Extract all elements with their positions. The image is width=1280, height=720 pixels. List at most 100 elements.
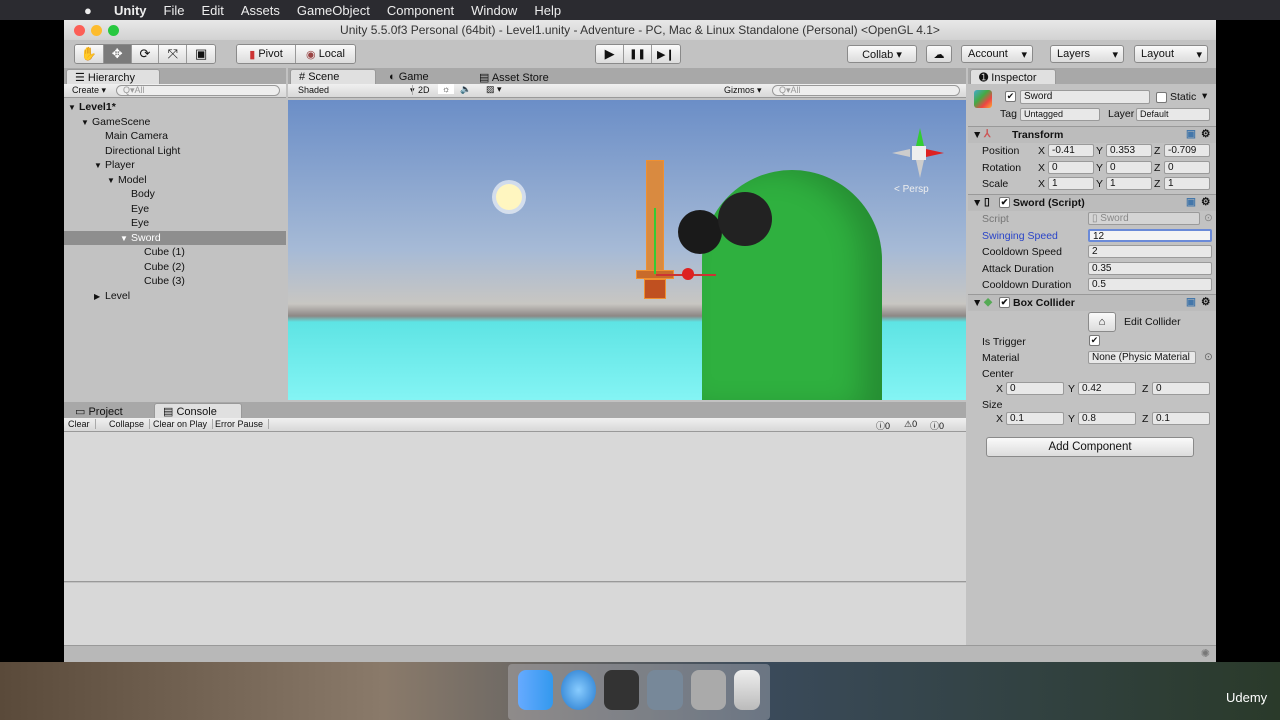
help-icon[interactable]: ▣: [1186, 128, 1196, 140]
2d-toggle[interactable]: 2D: [412, 85, 435, 95]
tag-dropdown[interactable]: Untagged: [1020, 108, 1100, 121]
transform-header[interactable]: ▼ ⅄ Transform ▣ ⚙: [968, 126, 1216, 143]
effects-icon[interactable]: ▨ ▾: [486, 84, 502, 95]
sword-script-header[interactable]: ▼ ▯ ✔ Sword (Script) ▣ ⚙: [968, 194, 1216, 211]
size-z-input[interactable]: 0.1: [1152, 412, 1210, 425]
warning-count-toggle[interactable]: ⚠0: [904, 419, 917, 430]
transform-y-input[interactable]: 1: [1106, 177, 1152, 190]
hierarchy-item[interactable]: Eye: [64, 202, 286, 217]
rect-icon[interactable]: ▣: [187, 45, 215, 63]
gear-icon[interactable]: ⚙: [1201, 196, 1210, 208]
transform-z-input[interactable]: 0: [1164, 160, 1210, 174]
player-eye[interactable]: [678, 210, 722, 254]
layout-dropdown[interactable]: Layout ▾: [1134, 45, 1208, 63]
menu-file[interactable]: File: [164, 3, 185, 18]
shading-dropdown[interactable]: Shaded: [298, 85, 329, 95]
foldout-arrow-icon[interactable]: ▼: [972, 129, 982, 141]
is-trigger-checkbox[interactable]: ✔: [1089, 335, 1100, 346]
finder-icon[interactable]: [518, 670, 554, 710]
static-dropdown-icon[interactable]: ▾: [1202, 90, 1207, 102]
menu-component[interactable]: Component: [387, 3, 454, 18]
transform-x-input[interactable]: 0: [1048, 160, 1094, 174]
hierarchy-item[interactable]: ▼ Sword: [64, 230, 286, 247]
scene-viewport[interactable]: < Persp: [288, 100, 966, 400]
pause-button[interactable]: ❚❚: [624, 45, 652, 63]
tab-scene[interactable]: # Scene: [290, 69, 376, 84]
layer-dropdown[interactable]: Default: [1136, 108, 1210, 121]
close-button[interactable]: [74, 25, 85, 36]
material-field[interactable]: None (Physic Material: [1088, 351, 1196, 364]
script-field-input[interactable]: 12: [1088, 229, 1212, 242]
hierarchy-item[interactable]: Cube (3): [64, 274, 286, 289]
foldout-arrow-icon[interactable]: ▼: [107, 174, 118, 189]
menu-window[interactable]: Window: [471, 3, 517, 18]
static-checkbox[interactable]: [1156, 92, 1167, 103]
player-eye[interactable]: [718, 192, 772, 246]
play-button[interactable]: ▶: [596, 45, 625, 63]
help-icon[interactable]: ▣: [1186, 296, 1196, 308]
console-log-list[interactable]: [64, 432, 966, 582]
collapse-button[interactable]: Collapse: [104, 419, 151, 429]
help-icon[interactable]: ▣: [1186, 196, 1196, 208]
pivot-button[interactable]: ▮ Pivot: [237, 45, 297, 63]
transform-y-input[interactable]: 0.353: [1106, 144, 1152, 157]
clear-on-play-button[interactable]: Clear on Play: [148, 419, 214, 429]
object-picker-icon[interactable]: ⊙: [1204, 212, 1213, 224]
scene-search-input[interactable]: Q▾All: [772, 85, 960, 96]
script-field-input[interactable]: 0.35: [1088, 261, 1212, 275]
rotate-icon[interactable]: ⟳: [131, 45, 160, 63]
center-z-input[interactable]: 0: [1152, 382, 1210, 395]
local-button[interactable]: ◉ Local: [296, 45, 355, 63]
center-y-input[interactable]: 0.42: [1078, 382, 1136, 395]
hand-icon[interactable]: ✋: [75, 45, 104, 63]
active-checkbox[interactable]: ✔: [1005, 91, 1016, 102]
step-button[interactable]: ▶❙: [651, 45, 680, 63]
foldout-arrow-icon[interactable]: ▼: [81, 116, 92, 131]
app-icon[interactable]: [690, 670, 726, 710]
tab-console[interactable]: ▤ Console: [154, 403, 242, 418]
create-dropdown[interactable]: Create ▾: [72, 85, 106, 96]
tab-inspector[interactable]: ➊ Inspector: [970, 69, 1056, 84]
object-name-input[interactable]: Sword: [1020, 90, 1150, 104]
account-dropdown[interactable]: Account ▾: [961, 45, 1033, 63]
info-count-toggle[interactable]: ⓘ0: [876, 419, 890, 432]
foldout-arrow-icon[interactable]: ▶: [94, 290, 105, 305]
hierarchy-item[interactable]: Cube (2): [64, 260, 286, 275]
audio-toggle-icon[interactable]: 🔈: [460, 84, 471, 95]
sword-handle[interactable]: [644, 279, 666, 299]
foldout-arrow-icon[interactable]: ▼: [94, 159, 105, 174]
script-field-input[interactable]: 0.5: [1088, 277, 1212, 291]
scale-icon[interactable]: ⤧: [159, 45, 188, 63]
foldout-arrow-icon[interactable]: ▼: [972, 197, 982, 209]
gizmos-dropdown[interactable]: Gizmos ▾: [724, 85, 762, 96]
minimize-button[interactable]: [91, 25, 102, 36]
transform-x-input[interactable]: -0.41: [1048, 144, 1094, 157]
transform-z-input[interactable]: -0.709: [1164, 144, 1210, 157]
size-x-input[interactable]: 0.1: [1006, 412, 1064, 425]
hierarchy-item[interactable]: ▶ Level: [64, 289, 286, 304]
object-picker-icon[interactable]: ⊙: [1204, 351, 1213, 363]
move-gizmo-y-axis[interactable]: [654, 208, 656, 274]
zoom-button[interactable]: [108, 25, 119, 36]
foldout-arrow-icon[interactable]: ▼: [972, 297, 982, 309]
collider-enabled-checkbox[interactable]: ✔: [999, 297, 1010, 308]
hierarchy-item[interactable]: Cube (1): [64, 245, 286, 260]
menu-edit[interactable]: Edit: [201, 3, 223, 18]
lighting-toggle-icon[interactable]: ☼: [438, 84, 455, 94]
hierarchy-item[interactable]: ▼ GameScene: [64, 115, 286, 130]
foldout-arrow-icon[interactable]: ▼: [68, 101, 79, 116]
collab-button[interactable]: Collab ▾: [847, 45, 917, 63]
foldout-arrow-icon[interactable]: ▼: [120, 232, 131, 247]
menu-help[interactable]: Help: [534, 3, 561, 18]
size-y-input[interactable]: 0.8: [1078, 412, 1136, 425]
center-x-input[interactable]: 0: [1006, 382, 1064, 395]
hierarchy-item[interactable]: ▼ Player: [64, 158, 286, 173]
tab-project[interactable]: ▭ Project: [66, 403, 132, 418]
move-gizmo-x-handle[interactable]: [682, 268, 694, 280]
hierarchy-item[interactable]: Body: [64, 187, 286, 202]
transform-x-input[interactable]: 1: [1048, 177, 1094, 190]
clear-button[interactable]: Clear: [68, 419, 96, 429]
scene-orientation-gizmo[interactable]: [890, 128, 950, 188]
hierarchy-search-input[interactable]: Q▾All: [116, 85, 280, 96]
layers-dropdown[interactable]: Layers ▾: [1050, 45, 1124, 63]
